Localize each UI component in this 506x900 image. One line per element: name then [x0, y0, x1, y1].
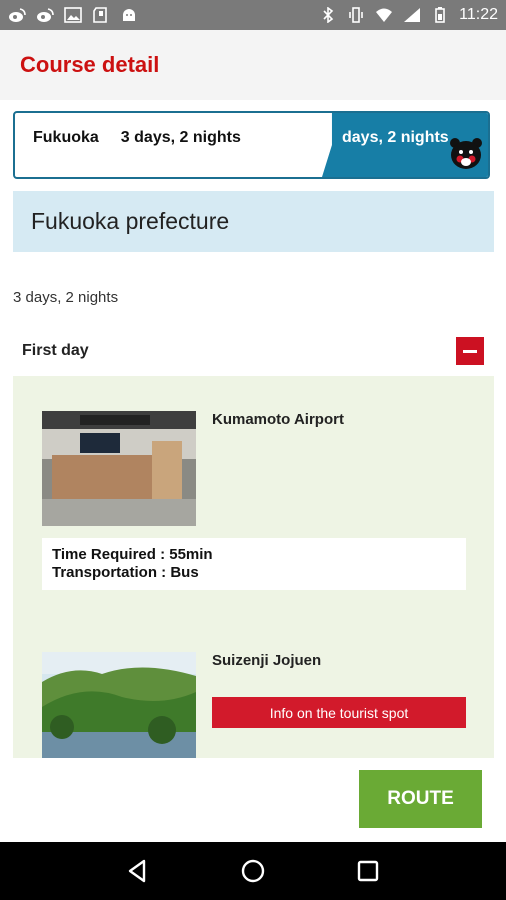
spot-photo	[42, 411, 196, 526]
spot-name[interactable]: Kumamoto Airport	[212, 411, 344, 428]
status-right: 11:22	[319, 6, 498, 24]
day-itinerary: Kumamoto Airport Time Required : 55min T…	[13, 376, 494, 758]
android-icon	[123, 9, 135, 21]
collapse-button[interactable]	[456, 337, 484, 365]
signal-icon	[404, 8, 421, 22]
banner-left-text: Fukuoka 3 days, 2 nights	[33, 129, 241, 147]
region-header: Fukuoka prefecture	[13, 191, 494, 252]
status-bar: 11:22	[0, 0, 506, 30]
page-title: Course detail	[20, 52, 160, 77]
mascot-icon	[450, 138, 482, 169]
navigation-bar	[0, 842, 506, 900]
course-banner[interactable]: Fukuoka 3 days, 2 nights days, 2 nights	[13, 111, 490, 179]
day-header[interactable]: First day	[22, 336, 484, 366]
bluetooth-icon	[323, 7, 334, 23]
route-button[interactable]: ROUTE	[359, 770, 482, 828]
spot-name[interactable]: Suizenji Jojuen	[212, 652, 321, 669]
wifi-icon	[376, 8, 393, 22]
weibo-icon	[9, 8, 26, 22]
image-icon	[64, 7, 82, 23]
battery-icon	[435, 7, 445, 23]
minus-icon	[463, 349, 477, 353]
banner-region: Fukuoka	[33, 129, 99, 146]
course-duration: 3 days, 2 nights	[13, 289, 119, 306]
sd-card-icon	[93, 7, 107, 23]
weibo-icon	[37, 8, 54, 22]
recents-icon[interactable]	[355, 858, 381, 884]
back-icon[interactable]	[125, 858, 151, 884]
spot-item: Kumamoto Airport Time Required : 55min T…	[42, 411, 466, 591]
app-bar: Course detail	[0, 30, 506, 100]
spot-info: Time Required : 55min Transportation : B…	[42, 538, 466, 590]
banner-duration: 3 days, 2 nights	[120, 129, 241, 146]
vibrate-icon	[349, 7, 363, 23]
time-required: Time Required : 55min	[52, 546, 213, 563]
spot-photo	[42, 652, 196, 758]
spot-item: Suizenji Jojuen Info on the tourist spot	[42, 652, 466, 758]
home-icon[interactable]	[240, 858, 266, 884]
status-time: 11:22	[459, 6, 498, 23]
banner-right-text: days, 2 nights	[342, 129, 449, 146]
transportation: Transportation : Bus	[52, 564, 199, 581]
tourist-info-button[interactable]: Info on the tourist spot	[212, 697, 466, 728]
status-left-icons	[8, 7, 138, 23]
day-label: First day	[22, 342, 89, 359]
